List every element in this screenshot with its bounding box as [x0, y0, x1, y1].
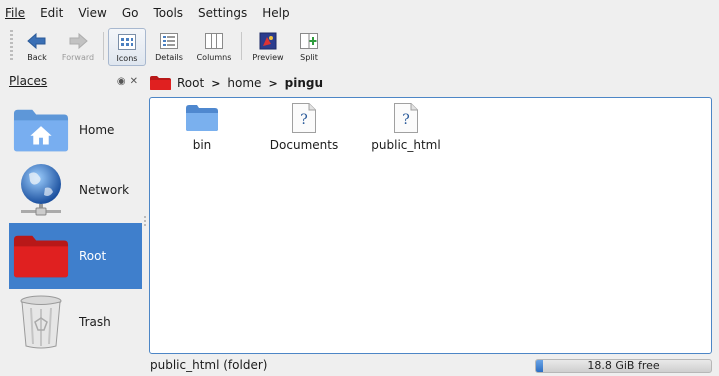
toolbar-separator [103, 32, 104, 60]
menu-edit[interactable]: Edit [40, 6, 63, 20]
file-name: public_html [371, 138, 441, 152]
unknown-file-icon: ? [287, 102, 321, 134]
unknown-file-icon: ? [389, 102, 423, 134]
close-panel-icon[interactable]: ✕ [130, 76, 138, 87]
columns-view-icon [204, 31, 224, 51]
places-item-label: Trash [79, 315, 111, 329]
icons-view-label: Icons [116, 54, 138, 63]
split-button[interactable]: Split [293, 28, 325, 66]
file-item-public-html[interactable]: ? public_html [366, 102, 446, 152]
menu-help[interactable]: Help [262, 6, 289, 20]
preview-label: Preview [252, 53, 284, 62]
menu-go[interactable]: Go [122, 6, 139, 20]
details-view-label: Details [155, 53, 183, 62]
icons-view-icon [117, 32, 137, 52]
menu-bar: File Edit View Go Tools Settings Help [0, 0, 719, 26]
file-name: Documents [269, 138, 339, 152]
places-item-network[interactable]: Network [9, 157, 142, 223]
forward-button[interactable]: Forward [58, 28, 98, 66]
toolbar-grip[interactable] [10, 30, 13, 60]
breadcrumb-current[interactable]: pingu [285, 76, 323, 90]
red-folder-icon [13, 228, 69, 284]
breadcrumb: Root > home > pingu [150, 71, 323, 95]
columns-view-label: Columns [196, 53, 232, 62]
toolbar: Back Forward Icons Details Columns Previ… [0, 26, 719, 68]
back-arrow-icon [27, 31, 47, 51]
file-name: bin [192, 138, 212, 152]
columns-view-button[interactable]: Columns [192, 28, 236, 66]
network-globe-icon [13, 162, 69, 218]
places-panel: Places ◉ ✕ Home Network Root Trash [9, 70, 142, 373]
svg-text:?: ? [300, 112, 308, 128]
icons-view-button[interactable]: Icons [108, 28, 146, 66]
details-view-icon [159, 31, 179, 51]
places-item-home[interactable]: Home [9, 97, 142, 163]
trash-icon [13, 294, 69, 350]
home-folder-icon [13, 102, 69, 158]
places-item-root[interactable]: Root [9, 223, 142, 289]
places-item-label: Root [79, 249, 107, 263]
breadcrumb-separator: > [268, 76, 278, 90]
back-button[interactable]: Back [18, 28, 56, 66]
folder-icon [185, 102, 219, 134]
menu-file[interactable]: File [5, 6, 25, 20]
toolbar-separator [241, 32, 242, 60]
split-label: Split [300, 53, 318, 62]
menu-tools[interactable]: Tools [153, 6, 183, 20]
preview-icon [258, 31, 278, 51]
back-label: Back [27, 53, 47, 62]
svg-text:?: ? [402, 112, 410, 128]
menu-settings[interactable]: Settings [198, 6, 247, 20]
places-item-label: Home [79, 123, 115, 137]
forward-arrow-icon [68, 31, 88, 51]
preview-button[interactable]: Preview [247, 28, 289, 66]
breadcrumb-separator: > [211, 76, 221, 90]
places-header: Places ◉ ✕ [9, 70, 142, 92]
free-space-label: 18.8 GiB free [587, 359, 660, 372]
panel-splitter[interactable] [143, 70, 147, 373]
places-title: Places [9, 74, 48, 88]
forward-label: Forward [61, 53, 95, 62]
menu-view[interactable]: View [78, 6, 106, 20]
file-view[interactable]: bin ? Documents ? public_html [149, 97, 712, 354]
red-folder-icon [150, 76, 171, 90]
split-icon [299, 31, 319, 51]
float-panel-icon[interactable]: ◉ [117, 76, 126, 87]
file-item-documents[interactable]: ? Documents [264, 102, 344, 152]
file-item-bin[interactable]: bin [162, 102, 242, 152]
breadcrumb-root[interactable]: Root [177, 76, 204, 90]
free-space-indicator[interactable]: 18.8 GiB free [535, 359, 712, 373]
details-view-button[interactable]: Details [150, 28, 188, 66]
breadcrumb-home[interactable]: home [227, 76, 261, 90]
places-item-label: Network [79, 183, 130, 197]
places-item-trash[interactable]: Trash [9, 289, 142, 355]
status-text: public_html (folder) [150, 358, 268, 372]
